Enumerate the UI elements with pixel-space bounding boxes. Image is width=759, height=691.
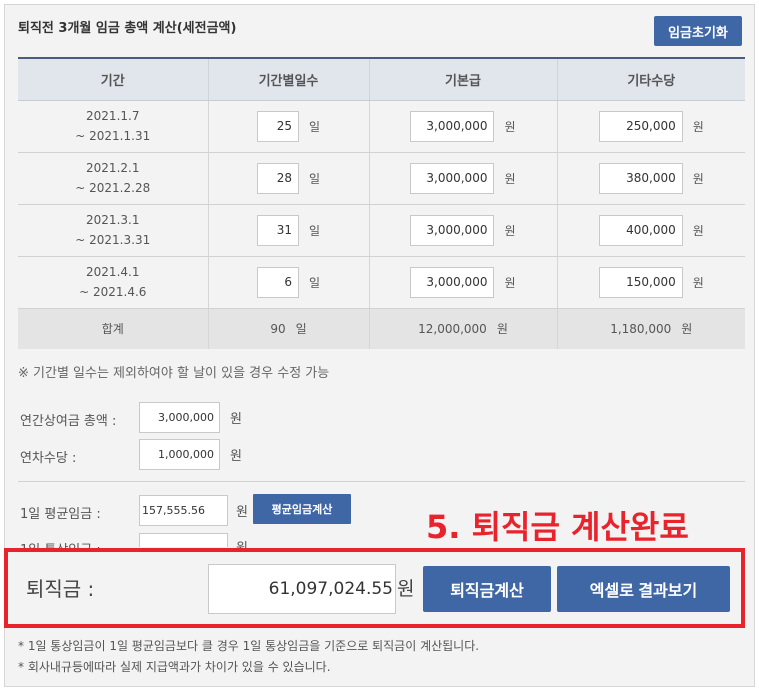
day-unit: 일 bbox=[308, 171, 321, 186]
days-input[interactable] bbox=[256, 214, 299, 246]
table-header-row: 기간 기간별일수 기본급 기타수당 bbox=[18, 57, 745, 101]
header-days: 기간별일수 bbox=[208, 57, 370, 101]
period-cell: 2021.4.1 ~ 2021.4.6 bbox=[18, 256, 209, 309]
base-pay-input[interactable] bbox=[410, 266, 495, 298]
won-unit: 원 bbox=[692, 275, 704, 290]
table-row: 2021.2.1 ~ 2021.2.28 일 원 원 bbox=[18, 152, 745, 205]
section-title: 퇴직전 3개월 임금 총액 계산(세전금액) bbox=[18, 21, 237, 36]
avg-wage-label: 1일 평균임금 : bbox=[20, 507, 101, 522]
days-input[interactable] bbox=[256, 110, 299, 142]
period-cell: 2021.1.7 ~ 2021.1.31 bbox=[18, 100, 209, 153]
table-row: 2021.4.1 ~ 2021.4.6 일 원 원 bbox=[18, 256, 745, 309]
avg-wage-unit: 원 bbox=[236, 505, 248, 520]
leave-pay-input[interactable] bbox=[139, 439, 220, 470]
bonus-label: 연간상여금 총액 : bbox=[20, 414, 117, 429]
won-unit: 원 bbox=[692, 223, 704, 238]
severance-unit: 원 bbox=[397, 578, 415, 600]
days-edit-note: ※ 기간별 일수는 제외하여야 할 날이 있을 경우 수정 가능 bbox=[18, 366, 330, 381]
day-unit: 일 bbox=[308, 223, 321, 238]
won-unit: 원 bbox=[504, 119, 516, 134]
period-start: 2021.1.7 bbox=[86, 109, 140, 123]
extra-pay-input[interactable] bbox=[598, 266, 683, 298]
avg-wage-input[interactable] bbox=[139, 495, 228, 526]
days-input[interactable] bbox=[256, 266, 299, 298]
days-input[interactable] bbox=[256, 162, 299, 194]
extra-pay-input[interactable] bbox=[598, 162, 683, 194]
severance-result-input[interactable] bbox=[208, 564, 396, 614]
won-unit: 원 bbox=[504, 223, 516, 238]
won-unit: 원 bbox=[504, 171, 516, 186]
leave-pay-unit: 원 bbox=[230, 449, 242, 464]
bonus-input[interactable] bbox=[139, 402, 220, 433]
base-pay-input[interactable] bbox=[410, 162, 495, 194]
total-row: 합계 90 일 12,000,000 원 1,180,000 원 bbox=[18, 307, 745, 349]
total-label: 합계 bbox=[18, 307, 209, 349]
reset-wage-button[interactable]: 임금초기화 bbox=[654, 16, 742, 46]
ordinary-wage-input[interactable] bbox=[139, 533, 228, 547]
avg-wage-calc-button[interactable]: 평균임금계산 bbox=[253, 494, 351, 524]
period-end: ~ 2021.3.31 bbox=[75, 233, 151, 247]
bonus-unit: 원 bbox=[230, 412, 242, 427]
period-end: ~ 2021.4.6 bbox=[79, 285, 147, 299]
won-unit: 원 bbox=[681, 322, 693, 337]
won-unit: 원 bbox=[496, 322, 508, 337]
won-unit: 원 bbox=[504, 275, 516, 290]
day-unit: 일 bbox=[295, 322, 307, 337]
table-row: 2021.1.7 ~ 2021.1.31 일 원 원 bbox=[18, 100, 745, 153]
excel-export-button[interactable]: 엑셀로 결과보기 bbox=[557, 566, 730, 612]
period-start: 2021.4.1 bbox=[86, 265, 140, 279]
period-cell: 2021.3.1 ~ 2021.3.31 bbox=[18, 204, 209, 257]
extra-pay-input[interactable] bbox=[598, 110, 683, 142]
header-base-pay: 기본급 bbox=[369, 57, 558, 101]
period-end: ~ 2021.2.28 bbox=[75, 181, 151, 195]
base-pay-input[interactable] bbox=[410, 214, 495, 246]
day-unit: 일 bbox=[308, 275, 321, 290]
total-days: 90 bbox=[270, 321, 286, 336]
completion-headline: 5. 퇴직금 계산완료 bbox=[426, 508, 689, 546]
footnote: * 회사내규등에따라 실제 지급액과가 차이가 있을 수 있습니다. bbox=[18, 660, 331, 674]
won-unit: 원 bbox=[692, 119, 704, 134]
severance-label: 퇴직금 : bbox=[26, 577, 95, 601]
won-unit: 원 bbox=[692, 171, 704, 186]
period-end: ~ 2021.1.31 bbox=[75, 129, 151, 143]
header-period: 기간 bbox=[18, 57, 209, 101]
period-cell: 2021.2.1 ~ 2021.2.28 bbox=[18, 152, 209, 205]
table-row: 2021.3.1 ~ 2021.3.31 일 원 원 bbox=[18, 204, 745, 257]
total-extra-pay: 1,180,000 bbox=[610, 321, 672, 336]
footnote: * 1일 통상임금이 1일 평균임금보다 클 경우 1일 통상임금을 기준으로 … bbox=[18, 639, 480, 653]
divider bbox=[18, 481, 745, 482]
day-unit: 일 bbox=[308, 119, 321, 134]
period-start: 2021.3.1 bbox=[86, 213, 140, 227]
total-base-pay: 12,000,000 bbox=[418, 321, 487, 336]
extra-pay-input[interactable] bbox=[598, 214, 683, 246]
base-pay-input[interactable] bbox=[410, 110, 495, 142]
period-start: 2021.2.1 bbox=[86, 161, 140, 175]
severance-calc-button[interactable]: 퇴직금계산 bbox=[423, 566, 551, 612]
wage-table: 기간 기간별일수 기본급 기타수당 2021.1.7 ~ 2021.1.31 일 … bbox=[18, 57, 745, 349]
header-extra-pay: 기타수당 bbox=[557, 57, 745, 101]
leave-pay-label: 연차수당 : bbox=[20, 451, 77, 466]
